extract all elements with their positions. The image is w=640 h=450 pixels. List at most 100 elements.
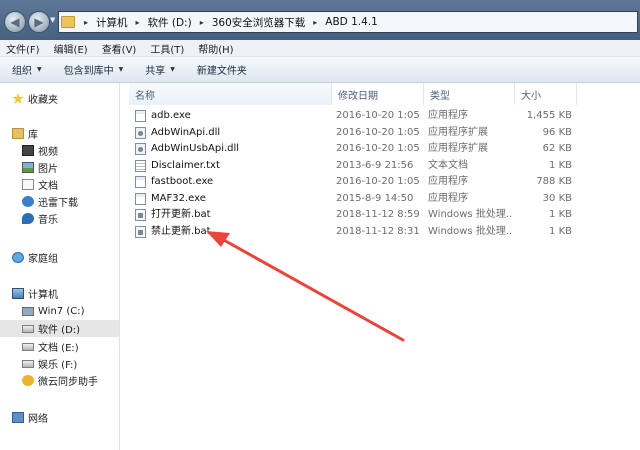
column-header-name[interactable]: 名称: [129, 83, 332, 105]
chevron-right-icon[interactable]: ▸: [131, 18, 145, 27]
file-row[interactable]: adb.exe 2016-10-20 1:05 应用程序 1,455 KB: [135, 108, 635, 124]
network-icon: [12, 412, 24, 423]
exe-file-icon: [135, 176, 146, 188]
menu-help[interactable]: 帮助(H): [192, 41, 241, 56]
nav-homegroup[interactable]: 家庭组: [0, 249, 119, 266]
music-icon: [22, 213, 34, 224]
file-name-cell[interactable]: 打开更新.bat: [135, 207, 325, 223]
include-library-label: 包含到库中: [63, 66, 114, 77]
nav-drive-d-label: 软件 (D:): [38, 325, 81, 336]
file-name-cell[interactable]: adb.exe: [135, 108, 325, 124]
nav-network[interactable]: 网络: [0, 409, 119, 426]
video-icon: [22, 145, 34, 156]
nav-pictures[interactable]: 图片: [0, 159, 119, 176]
breadcrumb-computer[interactable]: 计算机: [93, 15, 131, 30]
column-header-size[interactable]: 大小: [515, 83, 577, 105]
nav-drive-c-label: Win7 (C:): [38, 306, 85, 317]
file-row[interactable]: Disclaimer.txt 2013-6-9 21:56 文本文档 1 KB: [135, 158, 635, 174]
file-name: adb.exe: [151, 110, 191, 121]
nav-videos[interactable]: 视频: [0, 142, 119, 159]
nav-drive-d[interactable]: 软件 (D:): [0, 320, 119, 337]
dll-file-icon: [135, 143, 146, 155]
file-modified-date: 2018-11-12 8:31: [336, 225, 420, 237]
nav-documents[interactable]: 文档: [0, 176, 119, 193]
nav-weiyun[interactable]: 微云同步助手: [0, 372, 119, 389]
chevron-right-icon[interactable]: ▸: [308, 18, 322, 27]
menu-view[interactable]: 查看(V): [96, 41, 145, 56]
file-name: AdbWinUsbApi.dll: [151, 143, 240, 154]
nav-favorites[interactable]: 收藏夹: [0, 90, 119, 107]
include-in-library-button[interactable]: 包含到库中 ▼: [52, 62, 134, 77]
nav-drive-e[interactable]: 文档 (E:): [0, 338, 119, 355]
nav-homegroup-label: 家庭组: [28, 254, 58, 265]
file-row[interactable]: AdbWinUsbApi.dll 2016-10-20 1:05 应用程序扩展 62 …: [135, 141, 635, 157]
file-type: 应用程序: [428, 110, 468, 121]
file-name-cell[interactable]: MAF32.exe: [135, 191, 325, 207]
breadcrumb-abd-folder[interactable]: ABD 1.4.1: [322, 16, 381, 28]
file-name: MAF32.exe: [151, 192, 206, 204]
drive-icon: [22, 359, 34, 368]
menu-file[interactable]: 文件(F): [0, 41, 48, 56]
new-folder-button[interactable]: 新建文件夹: [185, 62, 257, 77]
address-box[interactable]: ▸ 计算机 ▸ 软件 (D:) ▸ 360安全浏览器下载 ▸ ABD 1.4.1: [58, 11, 638, 33]
nav-computer[interactable]: 计算机: [0, 285, 119, 302]
breadcrumb-drive-d[interactable]: 软件 (D:): [145, 15, 195, 30]
cloud-sync-icon: [22, 375, 34, 386]
chevron-down-icon: ▼: [170, 66, 175, 73]
menu-tools[interactable]: 工具(T): [144, 41, 192, 56]
file-name-cell[interactable]: 禁止更新.bat: [135, 224, 325, 240]
file-size: 1 KB: [549, 159, 572, 171]
file-name-cell[interactable]: fastboot.exe: [135, 174, 325, 190]
file-row[interactable]: MAF32.exe 2015-8-9 14:50 应用程序 30 KB: [135, 191, 635, 207]
dll-file-icon: [135, 126, 146, 139]
chevron-down-icon: ▼: [37, 66, 42, 73]
file-row[interactable]: AdbWinApi.dll 2016-10-20 1:05 应用程序扩展 96 KB: [135, 125, 635, 141]
file-name: AdbWinApi.dll: [151, 126, 221, 138]
forward-button[interactable]: ▶: [28, 11, 50, 33]
file-name-cell[interactable]: AdbWinUsbApi.dll: [135, 141, 325, 157]
file-row[interactable]: fastboot.exe 2016-10-20 1:05 应用程序 788 KB: [135, 174, 635, 190]
column-header-date[interactable]: 修改日期: [332, 83, 424, 105]
file-name-cell[interactable]: Disclaimer.txt: [135, 158, 325, 174]
file-modified-date: 2015-8-9 14:50: [336, 192, 414, 204]
file-name: 禁止更新.bat: [151, 225, 211, 237]
file-type: 文本文档: [428, 159, 468, 171]
download-icon: [22, 196, 34, 207]
nav-library-label: 库: [28, 130, 38, 141]
file-modified-date: 2013-6-9 21:56: [336, 159, 414, 171]
chevron-right-icon[interactable]: ▸: [79, 18, 93, 27]
chevron-down-icon: ▼: [118, 66, 124, 73]
menu-edit[interactable]: 编辑(E): [48, 41, 96, 56]
file-row[interactable]: 禁止更新.bat 2018-11-12 8:31 Windows 批处理... 1 K…: [135, 224, 635, 240]
file-modified-date: 2016-10-20 1:05: [336, 126, 420, 138]
column-date-label: 修改日期: [338, 90, 378, 102]
file-size: 1 KB: [549, 225, 572, 237]
file-type: Windows 批处理...: [428, 209, 513, 220]
drive-icon: [22, 324, 34, 333]
file-size: 96 KB: [542, 126, 572, 138]
back-button[interactable]: ◀: [4, 11, 26, 33]
breadcrumb-download-folder[interactable]: 360安全浏览器下载: [209, 15, 309, 30]
nav-thunder-download[interactable]: 迅雷下载: [0, 193, 119, 210]
share-button[interactable]: 共享 ▼: [133, 62, 185, 77]
file-name-cell[interactable]: AdbWinApi.dll: [135, 125, 325, 141]
recent-pages-dropdown-icon[interactable]: ▼: [50, 16, 55, 24]
nav-drive-c[interactable]: Win7 (C:): [0, 303, 119, 320]
organize-button[interactable]: 组织 ▼: [0, 62, 52, 77]
file-modified-date: 2016-10-20 1:05: [336, 143, 420, 154]
nav-drive-f[interactable]: 娱乐 (F:): [0, 355, 119, 372]
file-size: 30 KB: [542, 192, 572, 204]
file-name: fastboot.exe: [151, 176, 214, 187]
file-row[interactable]: 打开更新.bat 2018-11-12 8:59 Windows 批处理... 1 K…: [135, 207, 635, 223]
file-modified-date: 2018-11-12 8:59: [336, 209, 420, 220]
column-header-type[interactable]: 类型: [424, 83, 515, 105]
nav-library[interactable]: 库: [0, 125, 119, 142]
nav-drive-e-label: 文档 (E:): [38, 343, 79, 354]
nav-computer-label: 计算机: [28, 290, 58, 301]
homegroup-icon: [12, 252, 24, 263]
forward-arrow-icon: ▶: [34, 15, 44, 29]
nav-music[interactable]: 音乐: [0, 210, 119, 227]
organize-label: 组织: [12, 66, 32, 77]
command-bar: 组织 ▼ 包含到库中 ▼ 共享 ▼ 新建文件夹: [0, 57, 640, 83]
chevron-right-icon[interactable]: ▸: [195, 18, 209, 27]
